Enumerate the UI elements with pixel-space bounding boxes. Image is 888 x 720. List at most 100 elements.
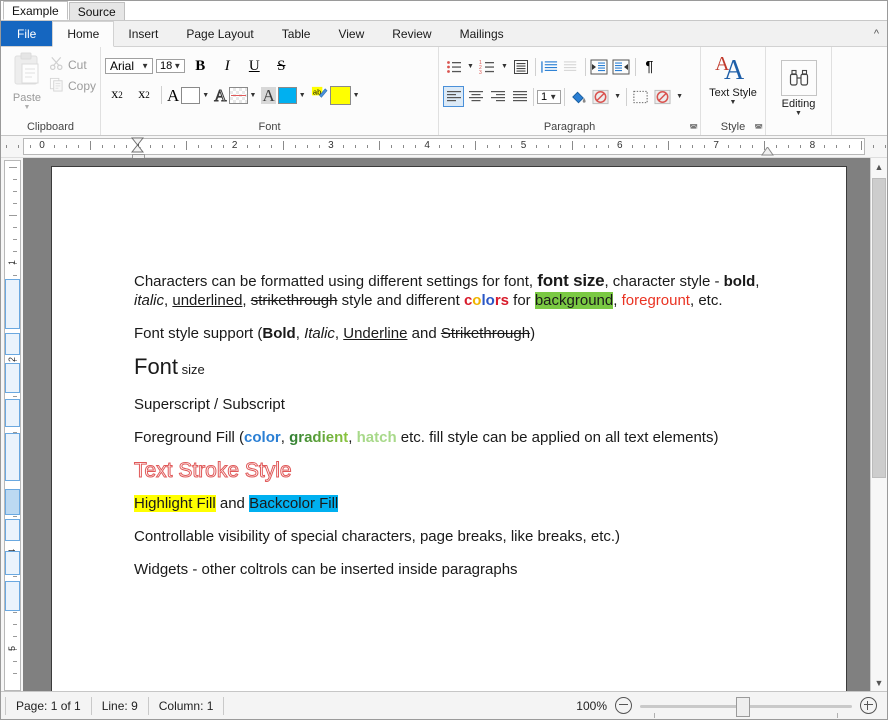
chevron-down-icon[interactable]: ▼ [351,92,362,99]
copy-button[interactable]: Copy [49,77,96,95]
ribbon-tab-file[interactable]: File [1,21,53,46]
paragraph-stroke[interactable]: Text Stroke Style [134,460,790,482]
group-label-font: Font [258,121,281,133]
align-justify-button[interactable] [509,86,530,107]
paragraph-foreground[interactable]: Foreground Fill (color, gradient, hatch … [134,428,790,447]
horizontal-ruler[interactable]: 012345678 [5,137,886,166]
dialog-launcher-icon[interactable]: ◚ [754,123,763,134]
paragraph-fontsize[interactable]: Font size [134,356,790,379]
editing-button[interactable]: Editing ▼ [770,58,827,117]
outline-list-button[interactable] [511,56,532,77]
horizontal-ruler-bar: 012345678 [1,136,887,166]
text-run-hl-green: background [534,292,614,309]
document-tab-source[interactable]: Source [68,2,125,20]
ribbon-tab-insert[interactable]: Insert [114,21,172,46]
chevron-down-icon[interactable]: ▼ [499,63,510,70]
indent-left-button[interactable] [589,56,610,77]
text-run-c-hatch: hatch [356,429,397,446]
zoom-slider[interactable] [640,696,852,718]
font-stroke-button[interactable]: A ▼ [214,83,258,107]
document-body[interactable]: Characters can be formatted using differ… [134,271,790,593]
paragraph-fontstyle[interactable]: Font style support (Bold, Italic, Underl… [134,324,790,343]
paragraph-superscript[interactable]: Superscript / Subscript [134,395,790,414]
text-run-c-grad: gradient [289,429,349,446]
svg-text:A: A [724,55,745,84]
chevron-down-icon[interactable]: ▼ [297,92,308,99]
strikethrough-button[interactable]: S [269,55,293,77]
numbered-list-button[interactable]: 1 2 3 [477,56,498,77]
ribbon-tab-mailings[interactable]: Mailings [446,21,518,46]
ribbon-tab-table[interactable]: Table [268,21,325,46]
align-left-button[interactable] [443,86,464,107]
chevron-up-icon[interactable]: ^ [866,21,887,46]
font-color-button[interactable]: A ▼ [167,83,211,107]
ruler-tick [342,145,344,148]
bullet-list-button[interactable] [443,56,464,77]
scroll-down-arrow-icon[interactable]: ▼ [871,674,887,691]
document-canvas[interactable]: Characters can be formatted using differ… [23,158,870,691]
paragraph-highlight[interactable]: Highlight Fill and Backcolor Fill [134,494,790,513]
document-tab-example[interactable]: Example [3,1,68,20]
indent-right-button[interactable] [611,56,632,77]
ruler-tick [884,145,886,148]
vertical-scrollbar[interactable]: ▲ ▼ [870,158,887,691]
align-center-button[interactable] [465,86,486,107]
ruler-tick [692,145,694,148]
document-page[interactable]: Characters can be formatted using differ… [51,166,847,691]
ruler-tick [836,145,838,148]
ribbon-tab-review[interactable]: Review [378,21,445,46]
fill-color-button[interactable] [568,86,589,107]
font-size-input[interactable]: 18 [156,59,186,73]
font-backcolor-button[interactable]: A ▼ [261,83,307,107]
text-style-button[interactable]: A A Text Style ▼ [705,50,762,106]
ruler-tick [12,227,17,229]
chevron-down-icon[interactable]: ▼ [200,92,211,99]
scrollbar-thumb[interactable] [872,178,886,478]
numbered-list-icon: 1 2 3 [479,60,495,75]
chevron-down-icon[interactable]: ▼ [728,99,739,106]
paragraph-special[interactable]: Controllable visibility of special chara… [134,527,790,546]
paste-button[interactable]: Paste ▼ [5,52,49,111]
ruler-tick [535,145,537,148]
dialog-launcher-icon[interactable]: ◚ [689,123,698,134]
underline-button[interactable]: U [242,55,266,77]
vertical-ruler[interactable]: 12345 [1,158,23,691]
ruler-number: 0 [39,140,45,151]
paragraph-characters[interactable]: Characters can be formatted using differ… [134,271,790,310]
zoom-slider-thumb[interactable] [736,696,750,717]
no-border-button[interactable] [652,86,673,107]
line-spacing-input[interactable]: 1 [537,89,562,104]
scroll-up-arrow-icon[interactable]: ▲ [871,158,887,175]
border-button[interactable] [630,86,651,107]
highlight-button[interactable]: ab ▼ [311,83,362,107]
superscript-button[interactable]: x2 [105,84,129,106]
chevron-down-icon[interactable]: ▼ [22,104,33,111]
decrease-indent-button[interactable] [539,56,560,77]
align-right-button[interactable] [487,86,508,107]
divider [533,87,534,106]
chevron-down-icon[interactable]: ▼ [674,93,685,100]
increase-indent-button[interactable] [561,56,582,77]
ribbon-tab-page-layout[interactable]: Page Layout [172,21,267,46]
subscript-button[interactable]: x2 [132,84,156,106]
italic-button[interactable]: I [215,55,239,77]
paragraph-widgets[interactable]: Widgets - other coltrols can be inserted… [134,560,790,579]
bold-button[interactable]: B [188,55,212,77]
cut-button[interactable]: Cut [49,56,96,74]
zoom-out-icon[interactable] [615,697,632,714]
pilcrow-button[interactable]: ¶ [639,56,660,77]
text-run-plain: Superscript / Subscript [134,396,285,413]
ribbon-tab-home[interactable]: Home [52,21,115,47]
font-name-input[interactable]: Arial [105,58,154,74]
paragraph-extent-marker [4,399,20,427]
ruler-tick [487,145,489,148]
ruler-tick [5,145,7,148]
chevron-down-icon[interactable]: ▼ [248,92,259,99]
chevron-down-icon[interactable]: ▼ [612,93,623,100]
chevron-down-icon[interactable]: ▼ [465,63,476,70]
zoom-in-icon[interactable] [860,697,877,714]
right-indent-marker[interactable] [761,145,775,156]
ribbon-tab-view[interactable]: View [324,21,378,46]
chevron-down-icon[interactable]: ▼ [793,110,804,117]
no-fill-button[interactable] [590,86,611,107]
